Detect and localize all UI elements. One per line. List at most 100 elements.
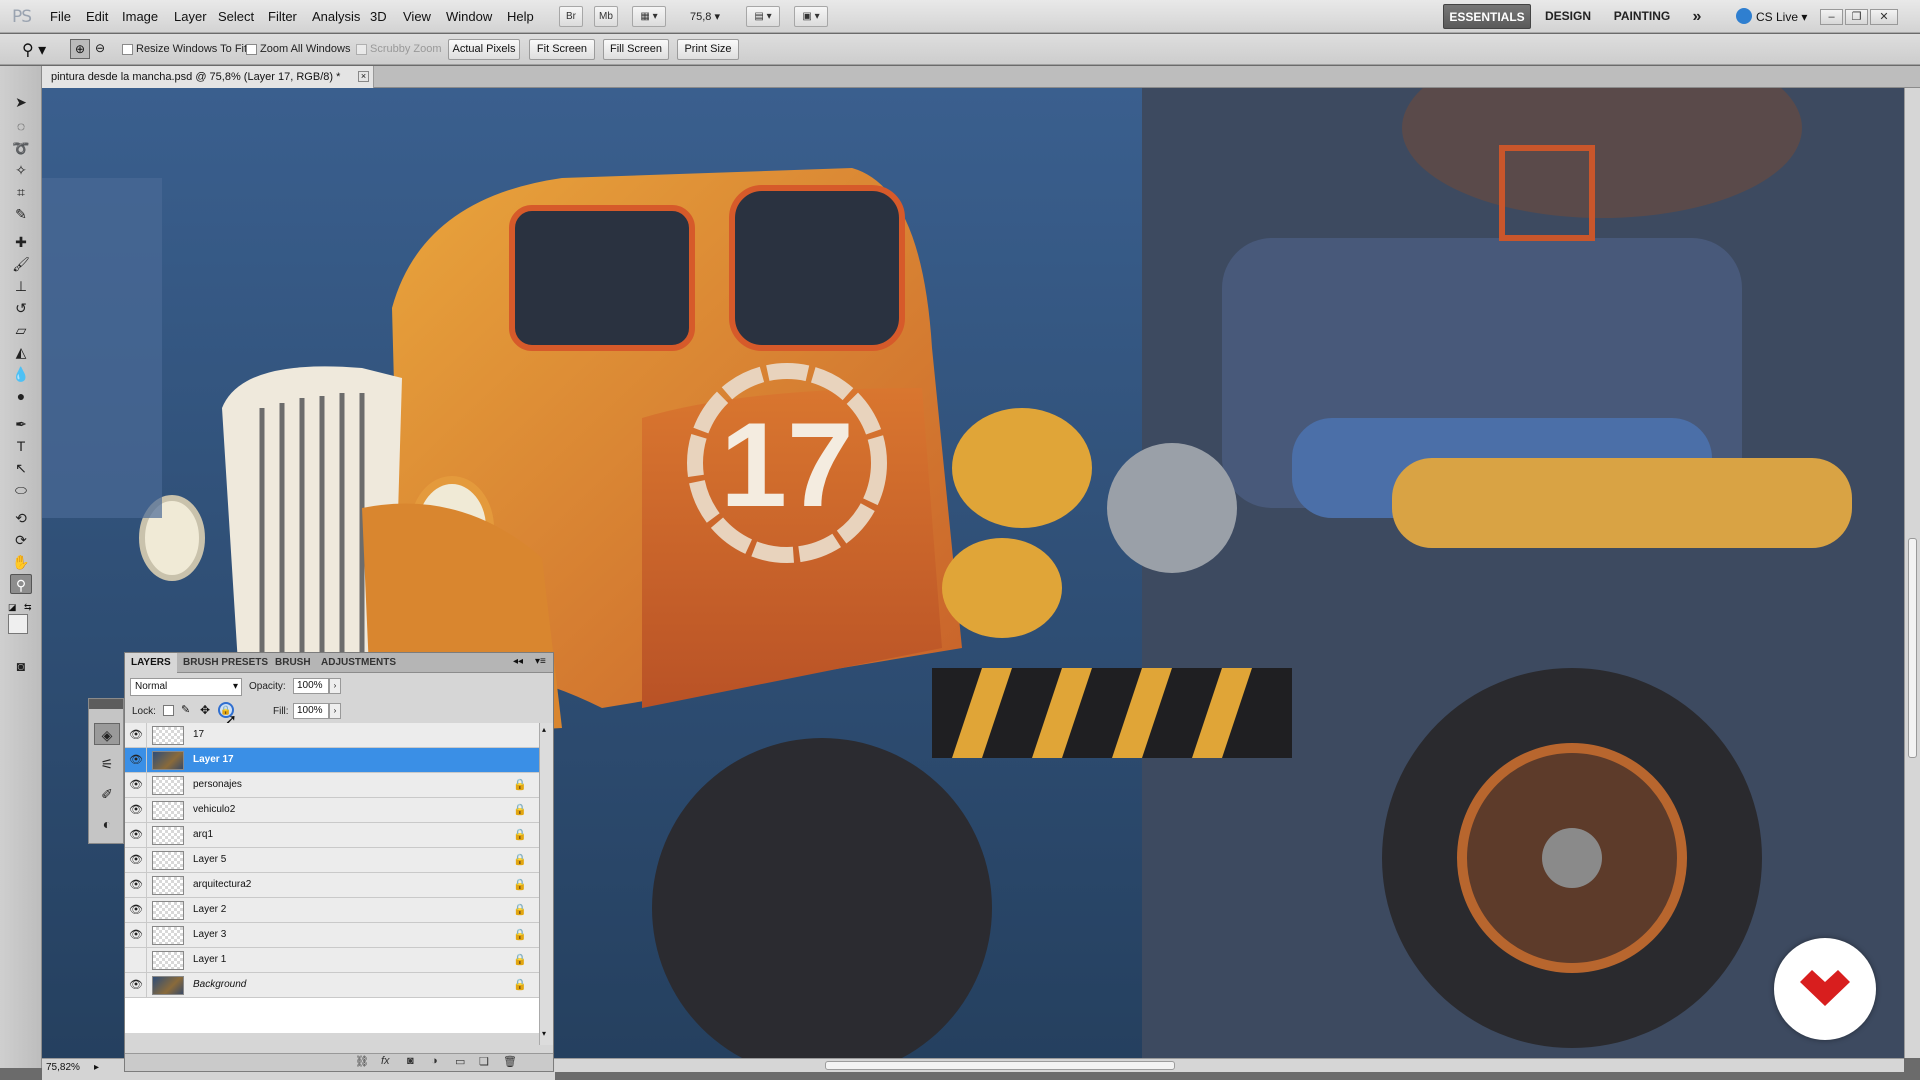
horizontal-scroll-thumb[interactable] [825, 1061, 1175, 1070]
3d-orbit-tool-icon[interactable]: ⟳ [10, 530, 32, 550]
zoom-level-dropdown[interactable]: 75,8 ▾ [690, 10, 720, 23]
visibility-eye-icon[interactable]: 👁 [129, 854, 143, 866]
path-selection-tool-icon[interactable]: ↖ [10, 458, 32, 478]
dock-header[interactable] [89, 699, 123, 709]
paint-bucket-tool-icon[interactable]: ◭ [10, 342, 32, 362]
workspace-essentials[interactable]: ESSENTIALS [1443, 4, 1531, 29]
close-icon[interactable]: ✕ [1870, 9, 1898, 25]
new-layer-icon[interactable]: ❏ [479, 1055, 489, 1068]
layer-row-layer-3[interactable]: 👁 Layer 3 🔒 [125, 923, 539, 948]
eyedropper-tool-icon[interactable]: ✎ [10, 204, 32, 224]
cs-live-button[interactable]: CS Live ▾ [1756, 10, 1807, 24]
lock-position-icon[interactable]: ✥ [200, 703, 210, 717]
scroll-up-icon[interactable]: ▴ [542, 725, 546, 734]
visibility-eye-icon[interactable]: 👁 [129, 879, 143, 891]
visibility-eye-icon[interactable]: 👁 [129, 929, 143, 941]
visibility-eye-icon[interactable]: 👁 [129, 754, 143, 766]
blur-tool-icon[interactable]: 💧 [10, 364, 32, 384]
type-tool-icon[interactable]: T [10, 436, 32, 456]
zoom-tool-preset-icon[interactable]: ⚲ ▾ [22, 40, 46, 60]
eraser-tool-icon[interactable]: ▱ [10, 320, 32, 340]
layer-row-arq1[interactable]: 👁 arq1 🔒 [125, 823, 539, 848]
marquee-tool-icon[interactable]: ◌ [10, 116, 32, 136]
delete-layer-icon[interactable]: 🗑 [503, 1055, 517, 1068]
link-layers-icon[interactable]: ⛓ [355, 1055, 369, 1068]
scrubby-zoom-checkbox[interactable] [356, 44, 367, 55]
visibility-toggle-empty[interactable] [125, 948, 147, 972]
menu-file[interactable]: File [50, 9, 71, 24]
tab-layers[interactable]: LAYERS [125, 653, 177, 673]
opacity-slider-arrow-icon[interactable]: › [329, 678, 341, 694]
tab-brush-presets[interactable]: BRUSH PRESETS [177, 653, 274, 673]
zoom-in-icon[interactable]: ⊕ [70, 39, 90, 59]
default-colors-icon[interactable]: ◪ [8, 602, 17, 613]
menu-image[interactable]: Image [122, 9, 158, 24]
fit-screen-button[interactable]: Fit Screen [529, 39, 595, 60]
horizontal-scrollbar[interactable] [555, 1058, 1904, 1072]
document-tab[interactable]: pintura desde la mancha.psd @ 75,8% (Lay… [42, 66, 374, 88]
add-mask-icon[interactable]: ◙ [407, 1055, 414, 1067]
zoom-status[interactable]: 75,82% [46, 1062, 80, 1073]
pen-tool-icon[interactable]: ✒ [10, 414, 32, 434]
adjustment-layer-icon[interactable]: ◑ [431, 1055, 438, 1067]
screen-mode-dropdown[interactable]: ▣ ▾ [794, 6, 828, 27]
resize-windows-checkbox[interactable] [122, 44, 133, 55]
blend-mode-select[interactable]: Normal ▾ [130, 678, 242, 696]
print-size-button[interactable]: Print Size [677, 39, 739, 60]
vertical-scrollbar[interactable] [1904, 88, 1920, 1058]
visibility-eye-icon[interactable]: 👁 [129, 729, 143, 741]
quick-mask-icon[interactable]: ◙ [10, 656, 32, 676]
layer-row-layer-5[interactable]: 👁 Layer 5 🔒 [125, 848, 539, 873]
lasso-tool-icon[interactable]: ➰ [10, 138, 32, 158]
layer-row-vehiculo2[interactable]: 👁 vehiculo2 🔒 [125, 798, 539, 823]
healing-brush-tool-icon[interactable]: ✚ [10, 232, 32, 252]
quick-select-tool-icon[interactable]: ✧ [10, 160, 32, 180]
layer-style-icon[interactable]: fx [381, 1055, 390, 1067]
menu-filter[interactable]: Filter [268, 9, 297, 24]
3d-rotate-tool-icon[interactable]: ⟲ [10, 508, 32, 528]
menu-select[interactable]: Select [218, 9, 254, 24]
layer-row-layer-2[interactable]: 👁 Layer 2 🔒 [125, 898, 539, 923]
menu-help[interactable]: Help [507, 9, 534, 24]
lock-transparent-icon[interactable] [163, 705, 174, 716]
zoom-tool-icon[interactable]: ⚲ [10, 574, 32, 594]
view-extras-dropdown[interactable]: ▦ ▾ [632, 6, 666, 27]
crop-tool-icon[interactable]: ⌗ [10, 182, 32, 202]
move-tool-icon[interactable]: ➤ [10, 92, 32, 112]
layers-panel-icon[interactable]: ◈ [94, 723, 120, 745]
visibility-eye-icon[interactable]: 👁 [129, 904, 143, 916]
hand-tool-icon[interactable]: ✋ [10, 552, 32, 572]
close-document-icon[interactable]: × [358, 71, 369, 82]
lock-image-icon[interactable]: ✎ [181, 703, 190, 716]
menu-edit[interactable]: Edit [86, 9, 108, 24]
actual-pixels-button[interactable]: Actual Pixels [448, 39, 520, 60]
layer-row-personajes[interactable]: 👁 personajes 🔒 [125, 773, 539, 798]
layer-row-layer-1[interactable]: Layer 1 🔒 [125, 948, 539, 973]
dodge-tool-icon[interactable]: ● [10, 386, 32, 406]
menu-view[interactable]: View [403, 9, 431, 24]
shape-tool-icon[interactable]: ⬭ [10, 480, 32, 500]
layer-row-layer-17[interactable]: 👁 Layer 17 [125, 748, 539, 773]
visibility-eye-icon[interactable]: 👁 [129, 979, 143, 991]
arrange-documents-dropdown[interactable]: ▤ ▾ [746, 6, 780, 27]
swap-colors-icon[interactable]: ⇆ [24, 602, 32, 613]
zoom-all-checkbox[interactable] [246, 44, 257, 55]
workspace-design[interactable]: DESIGN [1538, 4, 1598, 29]
scroll-down-icon[interactable]: ▾ [542, 1029, 546, 1038]
layers-scrollbar[interactable]: ▴ ▾ [539, 723, 553, 1045]
brush-tool-icon[interactable]: 🖌 [10, 254, 32, 274]
workspace-painting[interactable]: PAINTING [1607, 4, 1677, 29]
minimize-icon[interactable]: – [1820, 9, 1843, 25]
panel-menu-icon[interactable]: ▾≡ [535, 656, 546, 667]
status-info-icon[interactable]: ▸ [94, 1062, 99, 1073]
zoom-out-icon[interactable]: ⊖ [90, 39, 110, 59]
layer-row-background[interactable]: 👁 Background 🔒 [125, 973, 539, 998]
fill-slider-arrow-icon[interactable]: › [329, 703, 341, 719]
history-brush-tool-icon[interactable]: ↺ [10, 298, 32, 318]
foreground-color-swatch[interactable] [8, 614, 28, 634]
layer-row-arquitectura2[interactable]: 👁 arquitectura2 🔒 [125, 873, 539, 898]
clone-stamp-tool-icon[interactable]: ⊥ [10, 276, 32, 296]
fill-input[interactable]: 100% [293, 703, 329, 719]
opacity-input[interactable]: 100% [293, 678, 329, 694]
menu-analysis[interactable]: Analysis [312, 9, 360, 24]
